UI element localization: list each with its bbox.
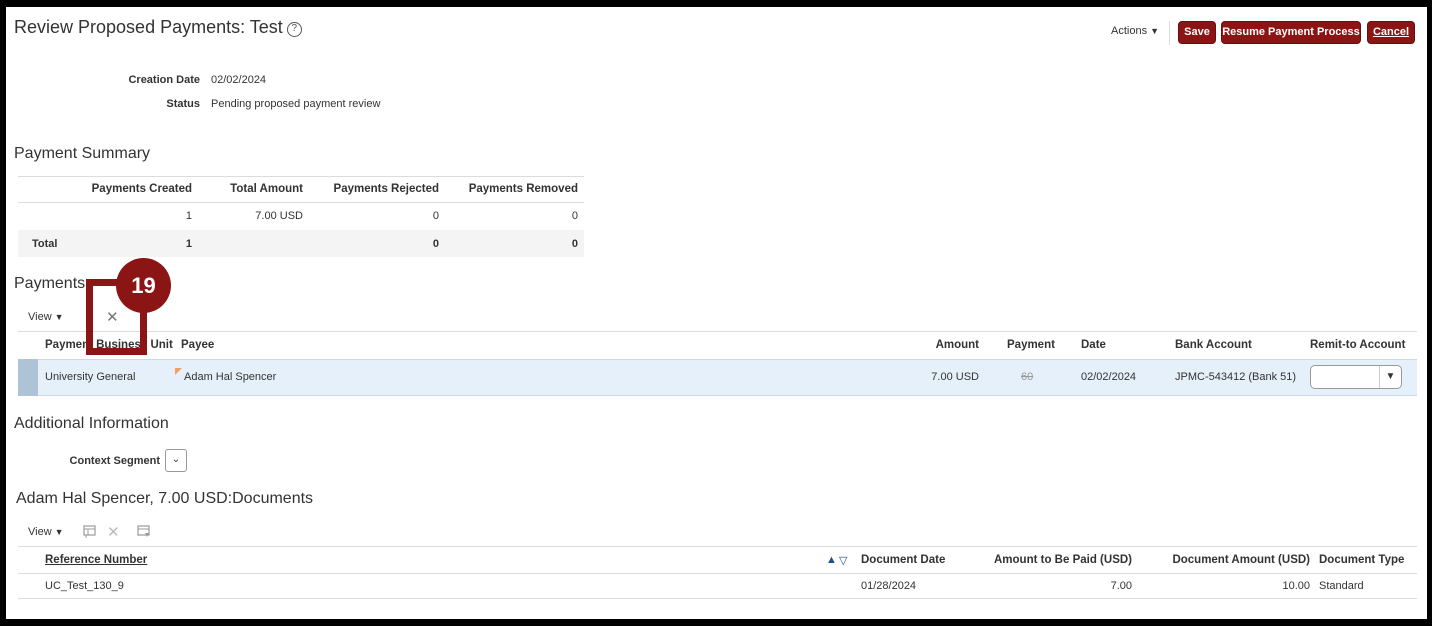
- document-date-cell: 01/28/2024: [861, 580, 917, 592]
- summary-cell: 7.00 USD: [255, 210, 303, 222]
- document-amount-cell: 10.00: [1282, 580, 1310, 592]
- sort-descending-icon[interactable]: ▽: [839, 554, 847, 567]
- col-amount: Amount: [935, 339, 979, 351]
- col-bank-account: Bank Account: [1175, 339, 1252, 351]
- status-value: Pending proposed payment review: [211, 98, 381, 110]
- context-segment-label: Context Segment: [69, 455, 160, 467]
- page-frame: Review Proposed Payments: Test? Actions ▼…: [6, 7, 1427, 619]
- row-selector[interactable]: [18, 359, 38, 396]
- cancel-button[interactable]: Cancel: [1367, 21, 1415, 44]
- col-amount-to-be-paid: Amount to Be Paid (USD): [994, 554, 1132, 566]
- summary-cell: 0: [432, 210, 439, 222]
- freeze-column-icon[interactable]: [137, 525, 150, 538]
- chevron-down-icon[interactable]: ⌄: [165, 449, 187, 472]
- total-cell: 0: [432, 238, 439, 250]
- detach-table-icon[interactable]: [83, 525, 96, 538]
- payee-cell: Adam Hal Spencer: [184, 371, 277, 383]
- amount-cell: 7.00 USD: [931, 371, 979, 383]
- col-payee: Payee: [181, 339, 215, 351]
- status-label: Status: [166, 98, 200, 110]
- creation-date-value: 02/02/2024: [211, 74, 267, 86]
- additional-information-title: Additional Information: [14, 415, 169, 432]
- document-type-cell: Standard: [1319, 580, 1364, 592]
- total-cell: 1: [185, 238, 192, 250]
- total-cell: 0: [571, 238, 578, 250]
- divider: [18, 202, 584, 203]
- remit-to-account-select[interactable]: ▼: [1310, 365, 1402, 389]
- summary-cell: 1: [185, 210, 192, 222]
- divider: [18, 598, 1417, 599]
- save-button[interactable]: Save: [1178, 21, 1216, 44]
- reference-cell: UC_Test_130_9: [45, 580, 124, 592]
- col-reference-number[interactable]: Reference Number: [45, 554, 147, 566]
- business-unit-cell: University General: [45, 371, 136, 383]
- divider: [18, 546, 1417, 547]
- payment-summary-title: Payment Summary: [14, 145, 151, 162]
- col-total-amount: Total Amount: [230, 183, 303, 195]
- remove-icon[interactable]: ✕: [107, 523, 120, 541]
- documents-title: Adam Hal Spencer, 7.00 USD:Documents: [16, 490, 314, 507]
- page-title-text: Review Proposed Payments: Test: [14, 17, 283, 37]
- documents-view-menu[interactable]: View ▼: [28, 526, 64, 538]
- divider: [18, 331, 1417, 332]
- col-payment: Payment: [1007, 339, 1055, 351]
- summary-cell: 0: [571, 210, 578, 222]
- amount-to-be-paid-cell: 7.00: [1110, 580, 1132, 592]
- col-document-amount: Document Amount (USD): [1172, 554, 1310, 566]
- date-cell: 02/02/2024: [1081, 371, 1137, 383]
- col-document-type: Document Type: [1319, 554, 1405, 566]
- view-label: View: [28, 311, 52, 323]
- col-payments-removed: Payments Removed: [468, 183, 578, 195]
- caret-down-icon: ▼: [54, 527, 64, 537]
- caret-down-icon: ▼: [1150, 26, 1159, 36]
- view-menu[interactable]: View ▼: [28, 311, 64, 323]
- help-icon[interactable]: ?: [286, 22, 302, 37]
- toolbar-divider: [1169, 21, 1170, 45]
- callout-badge: 19: [116, 258, 171, 313]
- sort-ascending-icon[interactable]: ▲: [826, 554, 837, 566]
- warning-flag-icon: [175, 368, 182, 375]
- dropdown-icon[interactable]: ▼: [1379, 366, 1401, 388]
- divider: [18, 573, 1417, 574]
- actions-label: Actions: [1111, 25, 1148, 37]
- payment-cell[interactable]: 60: [1021, 371, 1033, 383]
- bank-account-cell: JPMC-543412 (Bank 51): [1175, 371, 1297, 383]
- col-date: Date: [1081, 339, 1106, 351]
- col-document-date: Document Date: [861, 554, 946, 566]
- caret-down-icon: ▼: [54, 312, 64, 322]
- divider: [18, 176, 584, 177]
- resume-payment-process-button[interactable]: Resume Payment Process: [1221, 21, 1361, 44]
- view-label: View: [28, 526, 52, 538]
- col-payments-created: Payments Created: [91, 183, 192, 195]
- col-payments-rejected: Payments Rejected: [333, 183, 439, 195]
- col-remit-to-account: Remit-to Account: [1310, 339, 1406, 351]
- page-title: Review Proposed Payments: Test?: [14, 17, 302, 38]
- actions-menu[interactable]: Actions ▼: [1111, 25, 1159, 37]
- creation-date-label: Creation Date: [128, 74, 200, 86]
- payments-title: Payments: [14, 275, 86, 292]
